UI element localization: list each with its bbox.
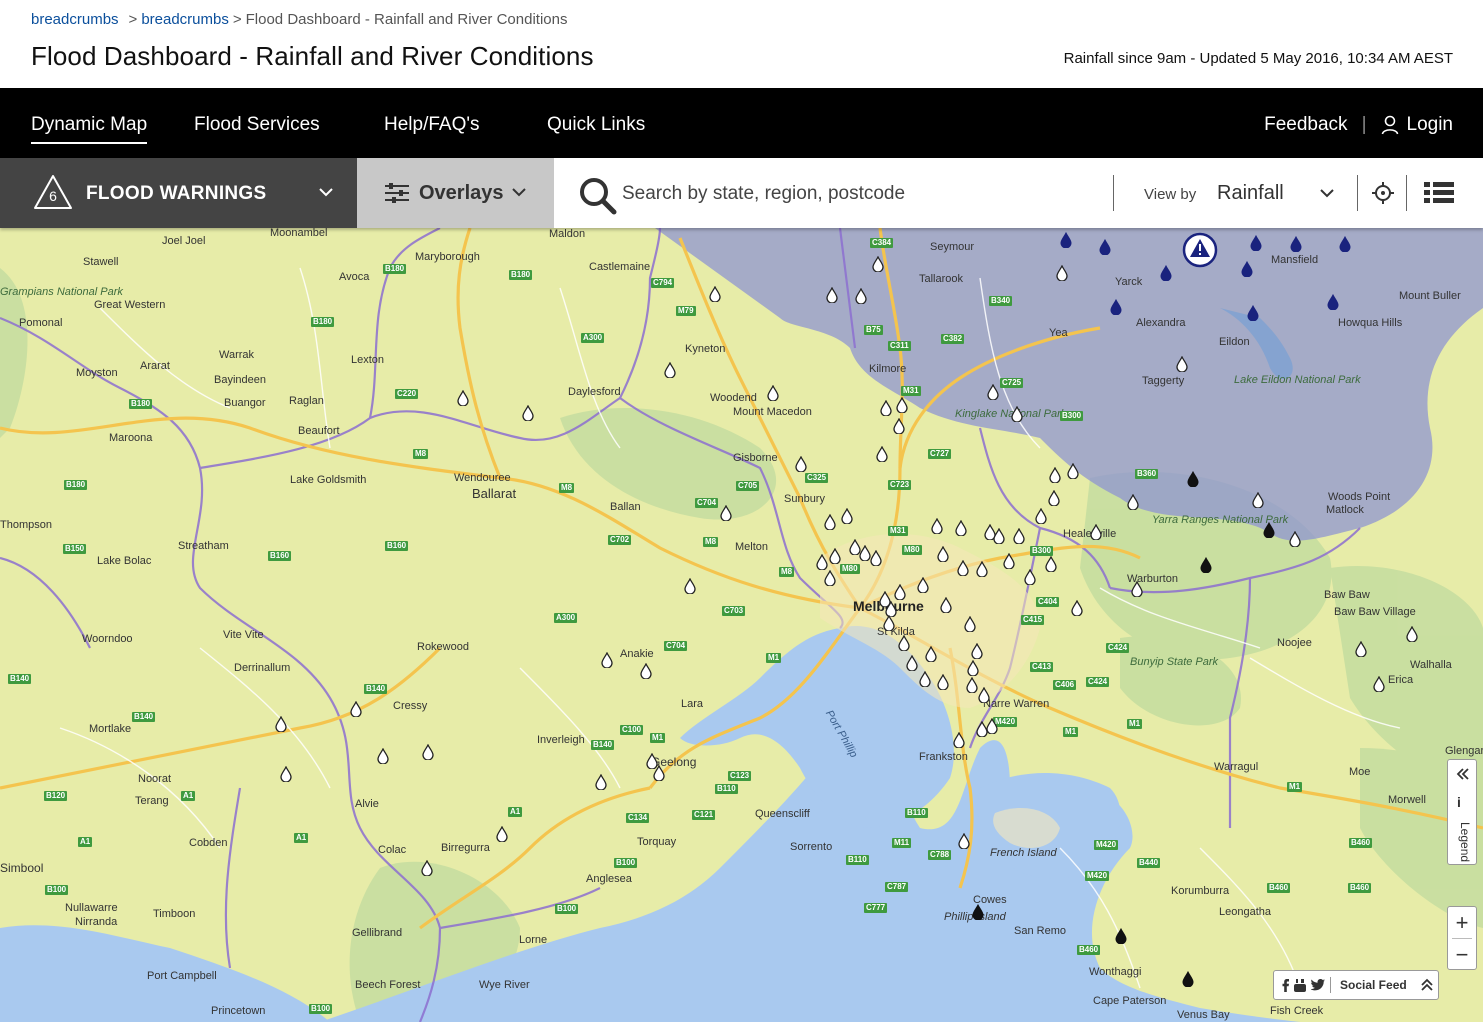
zoom-out-button[interactable]: − (1448, 939, 1476, 970)
search-input[interactable] (622, 180, 1102, 208)
flood-warnings-label: FLOOD WARNINGS (86, 183, 267, 204)
overlays-dropdown[interactable]: Overlays (357, 158, 554, 228)
header: breadcrumbs > breadcrumbs > Flood Dashbo… (0, 0, 1483, 88)
zoom-in-button[interactable]: + (1448, 907, 1476, 938)
flood-warnings-count: 6 (49, 188, 57, 204)
info-icon: i (1457, 794, 1461, 810)
nav-item-quick-links[interactable]: Quick Links (547, 114, 645, 136)
view-by-label: View by (1144, 186, 1197, 203)
breadcrumb-separator: > (232, 11, 242, 28)
view-by-select[interactable]: Rainfall (1217, 182, 1284, 205)
breadcrumb-current: Flood Dashboard - Rainfall and River Con… (245, 11, 568, 28)
search-icon (580, 178, 617, 215)
nav-divider: | (1361, 114, 1367, 135)
rain-gauge-layer (275, 232, 1418, 987)
chevron-double-up-icon (1421, 978, 1433, 991)
rain-gauge-white-markers (275, 256, 1418, 876)
nav-item-flood-services[interactable]: Flood Services (194, 114, 320, 136)
toolbar-divider (1357, 175, 1358, 211)
feedback-link[interactable]: Feedback (1264, 114, 1347, 136)
search-box (578, 176, 1108, 215)
nav-item-dynamic-map[interactable]: Dynamic Map (31, 114, 148, 144)
updated-status: Rainfall since 9am - Updated 5 May 2016,… (1063, 50, 1453, 67)
youtube-icon (1294, 978, 1306, 992)
social-feed-button[interactable]: Social Feed (1273, 970, 1439, 1000)
page-title: Flood Dashboard - Rainfall and River Con… (31, 41, 594, 71)
breadcrumb-separator: > (128, 11, 138, 28)
chevron-down-icon (512, 188, 526, 197)
breadcrumb-link-2[interactable]: breadcrumbs (141, 11, 229, 28)
facebook-icon (1282, 978, 1289, 992)
flood-warning-marker (1182, 232, 1218, 268)
main-nav: Dynamic Map Flood Services Help/FAQ's Qu… (0, 88, 1483, 158)
login-label: Login (1406, 114, 1454, 135)
user-icon (1381, 115, 1398, 135)
chevron-down-icon (319, 188, 333, 197)
breadcrumb-link-1[interactable]: breadcrumbs (31, 11, 119, 28)
rain-gauge-black-markers (972, 471, 1275, 987)
twitter-icon (1311, 979, 1325, 991)
map-toolbar: 6 FLOOD WARNINGS Overlays View by Rainfa… (0, 158, 1483, 228)
overlays-label: Overlays (419, 182, 504, 204)
sliders-icon (385, 183, 409, 203)
locate-crosshair-icon[interactable] (1372, 182, 1394, 204)
nav-item-help-faq[interactable]: Help/FAQ's (384, 114, 480, 136)
toolbar-divider (1113, 175, 1114, 211)
map-canvas[interactable]: Melbourne Joel Joel Moonambel Stawell Ma… (0, 228, 1483, 1022)
zoom-controls: + − (1447, 906, 1477, 970)
login-link[interactable]: Login (1381, 114, 1454, 136)
legend-label: Legend (1458, 822, 1472, 863)
toolbar-divider (1406, 175, 1407, 211)
social-feed-label: Social Feed (1340, 978, 1407, 992)
social-divider (1330, 977, 1331, 993)
flood-warnings-dropdown[interactable]: 6 FLOOD WARNINGS (0, 158, 357, 228)
nav-right: Feedback | Login (1264, 114, 1453, 136)
list-view-icon[interactable] (1424, 182, 1454, 204)
chevron-double-left-icon (1456, 768, 1469, 780)
chevron-down-icon[interactable] (1319, 187, 1335, 199)
legend-toggle[interactable]: i Legend (1447, 759, 1477, 865)
breadcrumb: breadcrumbs > breadcrumbs > Flood Dashbo… (31, 11, 567, 28)
